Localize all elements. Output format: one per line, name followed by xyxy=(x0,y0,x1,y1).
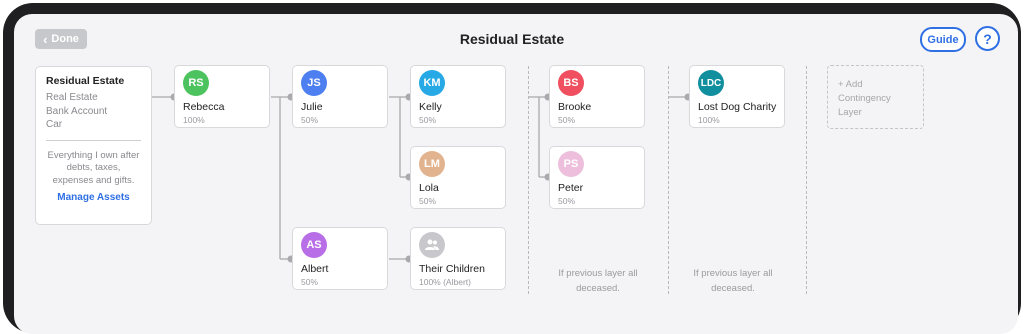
avatar: JS xyxy=(301,70,327,96)
beneficiary-card-children[interactable]: Their Children 100% (Albert) xyxy=(410,227,506,290)
asset-heading: Residual Estate xyxy=(46,75,125,87)
beneficiary-card-albert[interactable]: AS Albert 50% xyxy=(292,227,388,290)
layer-divider xyxy=(528,66,529,294)
layer-condition-note: If previous layer all deceased. xyxy=(558,268,638,294)
layer-divider xyxy=(668,66,669,294)
asset-item: Car xyxy=(46,119,63,130)
avatar: LDC xyxy=(698,70,724,96)
manage-assets-link[interactable]: Manage Assets xyxy=(46,192,141,203)
beneficiary-name: Kelly xyxy=(419,101,442,113)
avatar: AS xyxy=(301,232,327,258)
beneficiary-card-brooke[interactable]: BS Brooke 50% xyxy=(549,65,645,128)
beneficiary-share: 100% xyxy=(183,115,205,125)
beneficiary-share: 50% xyxy=(301,277,319,287)
beneficiary-card-peter[interactable]: PS Peter 50% xyxy=(549,146,645,209)
asset-item: Bank Account xyxy=(46,105,108,117)
beneficiary-name: Julie xyxy=(301,101,323,113)
beneficiary-share: 100% xyxy=(698,115,720,125)
beneficiary-name: Rebecca xyxy=(183,101,225,113)
beneficiary-name: Brooke xyxy=(558,101,592,113)
beneficiary-share: 50% xyxy=(558,196,576,206)
asset-item: Real Estate xyxy=(46,92,98,103)
beneficiary-name: Peter xyxy=(558,182,584,194)
asset-description: Everything I own after debts, taxes, exp… xyxy=(47,149,140,186)
beneficiary-name: Their Children xyxy=(419,263,485,275)
beneficiary-card-lola[interactable]: LM Lola 50% xyxy=(410,146,506,209)
beneficiary-share: 50% xyxy=(558,115,576,125)
people-icon-glyph xyxy=(425,239,439,250)
people-icon xyxy=(419,232,445,258)
avatar: PS xyxy=(558,151,584,177)
beneficiary-share: 50% xyxy=(419,115,437,125)
layer-condition-note: If previous layer all deceased. xyxy=(693,268,773,294)
residual-estate-card: Residual Estate Real Estate Bank Account… xyxy=(35,66,152,225)
add-layer-label: + Add Contingency Layer xyxy=(838,79,891,118)
layer-divider xyxy=(806,66,807,294)
beneficiary-card-kelly[interactable]: KM Kelly 50% xyxy=(410,65,506,128)
beneficiary-name: Lost Dog Charity xyxy=(698,101,777,113)
divider xyxy=(46,139,141,141)
beneficiary-share: 100% (Albert) xyxy=(419,277,471,287)
add-contingency-layer-button[interactable]: + Add Contingency Layer xyxy=(827,65,924,129)
beneficiary-share: 50% xyxy=(419,196,437,206)
beneficiary-card-rebecca[interactable]: RS Rebecca 100% xyxy=(174,65,270,128)
beneficiary-share: 50% xyxy=(301,115,319,125)
avatar: BS xyxy=(558,70,584,96)
connector-lines xyxy=(152,93,692,263)
beneficiary-card-julie[interactable]: JS Julie 50% xyxy=(292,65,388,128)
beneficiary-name: Lola xyxy=(419,182,439,194)
avatar: KM xyxy=(419,70,445,96)
avatar: RS xyxy=(183,70,209,96)
beneficiary-card-charity[interactable]: LDC Lost Dog Charity 100% xyxy=(689,65,785,128)
avatar: LM xyxy=(419,151,445,177)
beneficiary-name: Albert xyxy=(301,263,329,275)
